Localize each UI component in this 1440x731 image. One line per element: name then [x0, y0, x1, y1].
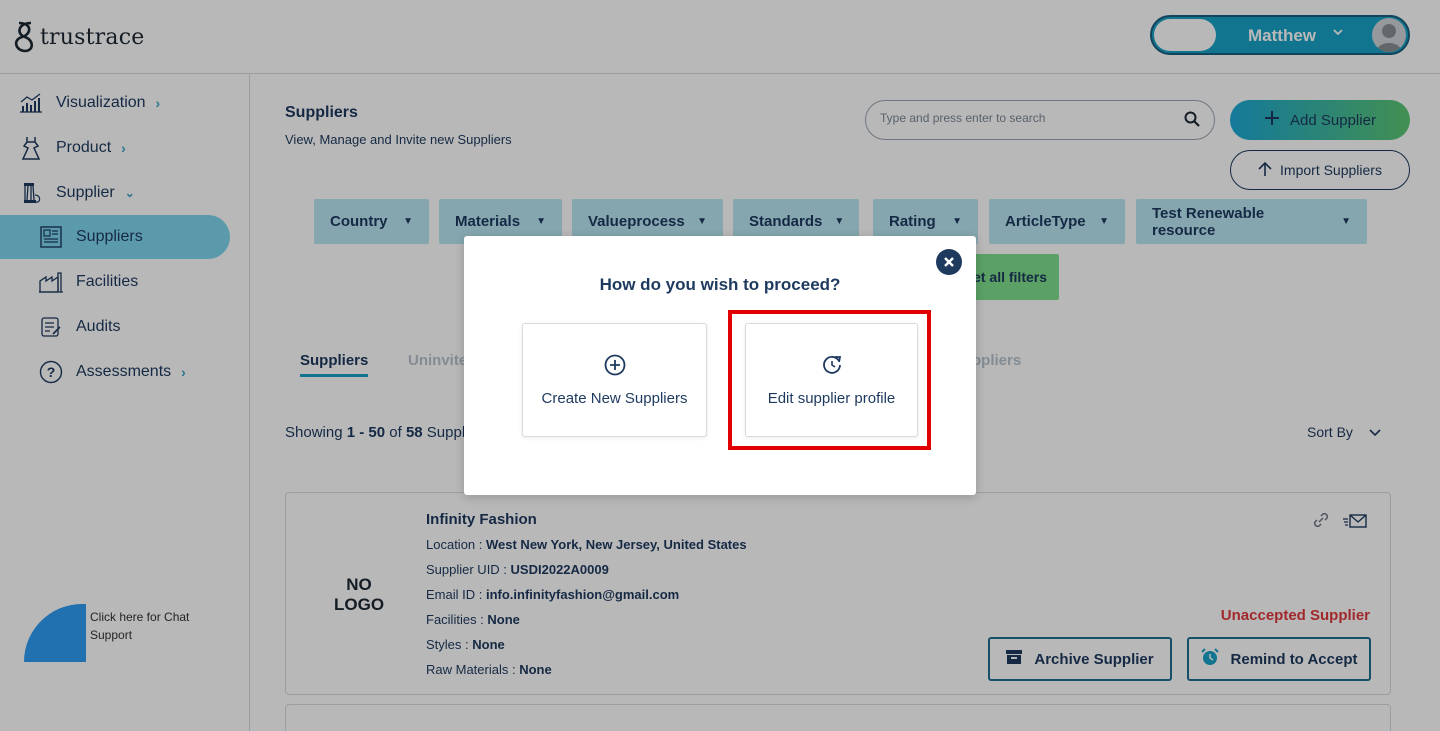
highlight-box: [728, 310, 931, 450]
close-icon[interactable]: [936, 249, 962, 275]
create-new-suppliers-label: Create New Suppliers: [541, 389, 688, 407]
dialog-title: How do you wish to proceed?: [599, 275, 841, 294]
plus-circle-icon: [604, 354, 626, 380]
create-new-suppliers-option[interactable]: Create New Suppliers: [522, 323, 707, 437]
